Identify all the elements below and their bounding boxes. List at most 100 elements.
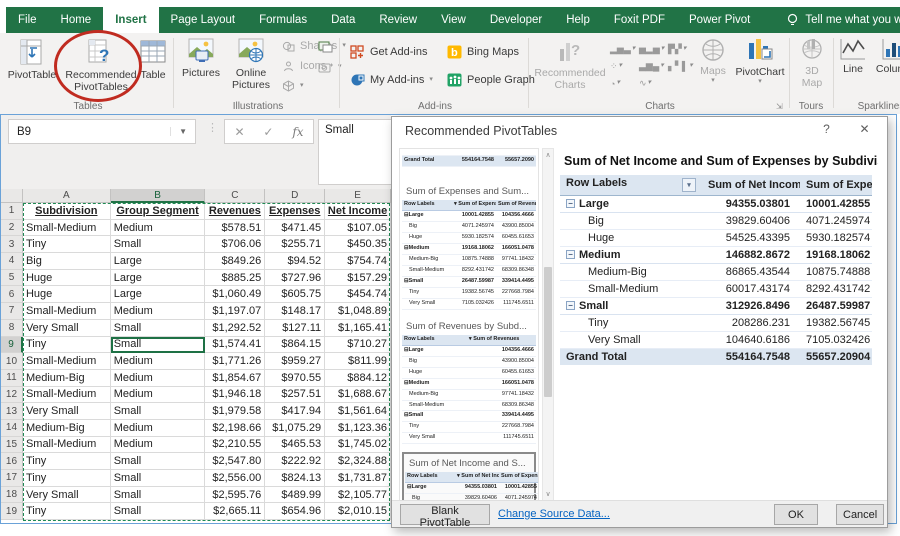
row-header-4[interactable]: 4 (1, 253, 23, 270)
collapse-icon[interactable]: − (566, 300, 575, 310)
cell-A7[interactable]: Small-Medium (22, 303, 111, 320)
cell-E17[interactable]: $1,731.87 (325, 470, 391, 487)
ribbon-tab-developer[interactable]: Developer (478, 7, 554, 33)
cell-E15[interactable]: $1,745.02 (325, 436, 391, 454)
cell-D16[interactable]: $222.92 (265, 453, 326, 470)
cell-A8[interactable]: Very Small (22, 319, 111, 337)
row-header-2[interactable]: 2 (1, 219, 23, 237)
row-header-15[interactable]: 15 (1, 436, 23, 454)
cell-E11[interactable]: $884.12 (325, 369, 391, 387)
cell-A5[interactable]: Huge (22, 269, 111, 287)
column-header-D[interactable]: D (265, 189, 326, 203)
select-all-corner[interactable] (1, 189, 23, 203)
pivottable-thumbnail-2[interactable]: Sum of Expenses and Sum... Row Labels ▾ Su… (402, 183, 536, 310)
ok-button[interactable]: OK (774, 504, 818, 525)
cell-C18[interactable]: $2,595.76 (205, 486, 266, 504)
cell-A16[interactable]: Tiny (22, 453, 111, 470)
cell-B5[interactable]: Large (110, 269, 206, 287)
scrollbar-thumb[interactable] (544, 267, 552, 397)
chart-type-gallery[interactable]: ▂▅▃ ▾ ▅▂▅ ▾ ▛▞ ▾ ⁘ ▾ ▃▆▄ ▾ ▖▘▌ ▾ ◔ ▾ ∿ ▾ (610, 41, 697, 92)
cell-A18[interactable]: Very Small (22, 486, 111, 504)
tell-me-box[interactable]: Tell me what you want to do (786, 7, 900, 33)
cell-A2[interactable]: Small-Medium (22, 219, 111, 237)
ribbon-tab-page-layout[interactable]: Page Layout (159, 7, 248, 33)
column-header-A[interactable]: A (22, 189, 111, 203)
cell-B11[interactable]: Medium (110, 369, 206, 387)
cell-A4[interactable]: Big (22, 253, 111, 270)
cell-C9[interactable]: $1,574.41 (205, 336, 266, 354)
scroll-up-icon[interactable]: ∧ (543, 151, 553, 159)
3d-map-button[interactable]: 3D Map (794, 37, 830, 89)
bar-chart-icon[interactable]: ▅▂▅ ▾ (639, 41, 668, 58)
scroll-down-icon[interactable]: ∨ (543, 490, 553, 498)
cell-D12[interactable]: $257.51 (265, 386, 326, 404)
row-labels-filter-icon[interactable]: ▾ (682, 178, 696, 193)
cell-D13[interactable]: $417.94 (265, 403, 326, 420)
pivottable-thumbnail-1[interactable]: Very Small104640.61867105.032426Grand To… (402, 151, 536, 175)
row-header-16[interactable]: 16 (1, 453, 23, 470)
row-header-5[interactable]: 5 (1, 269, 23, 287)
cell-D3[interactable]: $255.71 (265, 236, 326, 254)
cell-D5[interactable]: $727.96 (265, 269, 326, 287)
cell-C3[interactable]: $706.06 (205, 236, 266, 254)
cell-C13[interactable]: $1,979.58 (205, 403, 266, 420)
my-addins-button[interactable]: My Add-ins ▾ (350, 73, 433, 87)
cell-B16[interactable]: Small (110, 453, 206, 470)
cell-E14[interactable]: $1,123.36 (325, 419, 391, 437)
cell-C19[interactable]: $2,665.11 (205, 503, 266, 521)
cell-B10[interactable]: Medium (110, 353, 206, 370)
cell-C4[interactable]: $849.26 (205, 253, 266, 270)
cell-A9[interactable]: Tiny (22, 336, 111, 354)
shapes-button[interactable]: Shapes▾ (282, 40, 346, 52)
cell-D8[interactable]: $127.11 (265, 319, 326, 337)
row-header-9[interactable]: 9 (1, 336, 23, 354)
cell-E13[interactable]: $1,561.64 (325, 403, 391, 420)
cell-A13[interactable]: Very Small (22, 403, 111, 420)
row-header-18[interactable]: 18 (1, 486, 23, 504)
change-source-data-link[interactable]: Change Source Data... (498, 508, 610, 520)
thumbnail-scrollbar[interactable]: ∧ ∨ (542, 148, 554, 501)
cell-E6[interactable]: $454.74 (325, 286, 391, 304)
cell-E9[interactable]: $710.27 (325, 336, 391, 354)
cell-E10[interactable]: $811.99 (325, 353, 391, 370)
collapse-icon[interactable]: − (566, 249, 575, 259)
cell-D11[interactable]: $970.55 (265, 369, 326, 387)
cell-B18[interactable]: Small (110, 486, 206, 504)
row-header-14[interactable]: 14 (1, 419, 23, 437)
get-addins-button[interactable]: Get Add-ins (350, 45, 427, 59)
column-chart-icon[interactable]: ▂▅▃ ▾ (610, 41, 639, 58)
cell-E18[interactable]: $2,105.77 (325, 486, 391, 504)
cell-E8[interactable]: $1,165.41 (325, 319, 391, 337)
ribbon-tab-formulas[interactable]: Formulas (247, 7, 319, 33)
bing-maps-button[interactable]: b Bing Maps (447, 45, 519, 59)
maps-button[interactable]: Maps ▾ (694, 37, 732, 85)
ribbon-tab-home[interactable]: Home (49, 7, 104, 33)
cell-D19[interactable]: $654.96 (265, 503, 326, 521)
cell-A17[interactable]: Tiny (22, 470, 111, 487)
recommended-charts-button[interactable]: ? Recommended Charts (534, 37, 606, 91)
cell-A10[interactable]: Small-Medium (22, 353, 111, 370)
cell-A15[interactable]: Small-Medium (22, 436, 111, 454)
cell-D9[interactable]: $864.15 (265, 336, 326, 354)
sparkline-line-button[interactable]: Line (838, 37, 868, 75)
cell-D1[interactable]: Expenses (265, 203, 326, 220)
cell-B3[interactable]: Small (110, 236, 206, 254)
name-box[interactable]: B9 ▼ (8, 119, 196, 144)
row-header-6[interactable]: 6 (1, 286, 23, 304)
blank-pivottable-button[interactable]: Blank PivotTable (400, 504, 490, 529)
collapse-icon[interactable]: − (566, 198, 575, 208)
cell-B4[interactable]: Large (110, 253, 206, 270)
cell-A12[interactable]: Small-Medium (22, 386, 111, 404)
cell-B17[interactable]: Small (110, 470, 206, 487)
people-graph-button[interactable]: People Graph (447, 73, 535, 87)
cell-B8[interactable]: Small (110, 319, 206, 337)
column-header-E[interactable]: E (325, 189, 391, 203)
cell-C10[interactable]: $1,771.26 (205, 353, 266, 370)
pictures-button[interactable]: Pictures (178, 37, 224, 79)
cell-D15[interactable]: $465.53 (265, 436, 326, 454)
pie-chart-icon[interactable]: ◔ ▾ (610, 75, 639, 92)
cell-A1[interactable]: Subdivision (22, 203, 111, 220)
dialog-help-button[interactable]: ? (818, 122, 835, 139)
line-chart-icon[interactable]: ∿ ▾ (639, 75, 668, 92)
pivottable-button[interactable]: PivotTable (6, 37, 58, 81)
